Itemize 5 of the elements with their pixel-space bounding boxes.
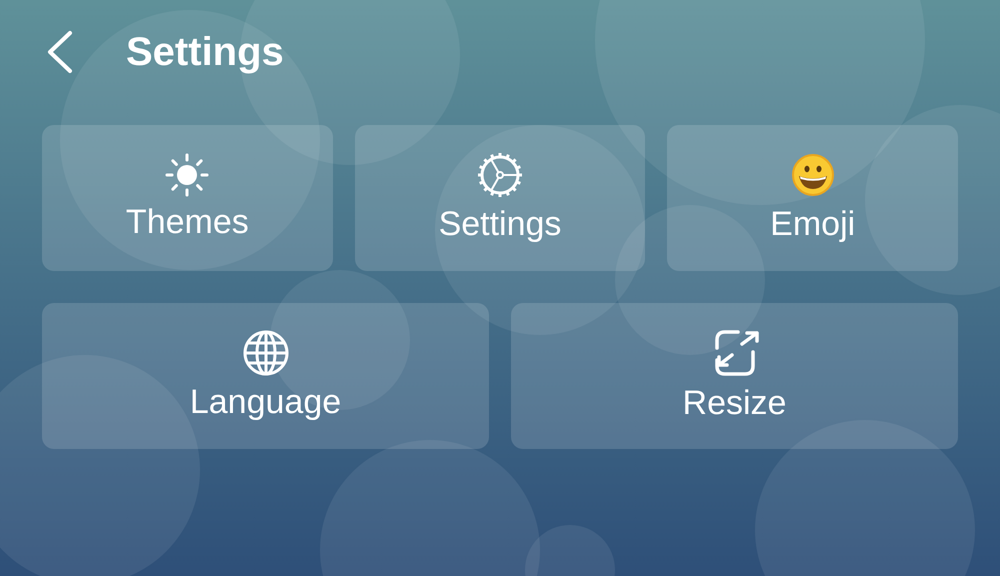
menu-tile[interactable]: Settings <box>354 125 646 271</box>
menu-tile[interactable]: Emoji <box>667 125 958 271</box>
menu-tile[interactable]: Themes <box>42 125 333 271</box>
menu-tile[interactable]: Resize <box>511 303 958 449</box>
page-title: Settings <box>126 29 284 76</box>
